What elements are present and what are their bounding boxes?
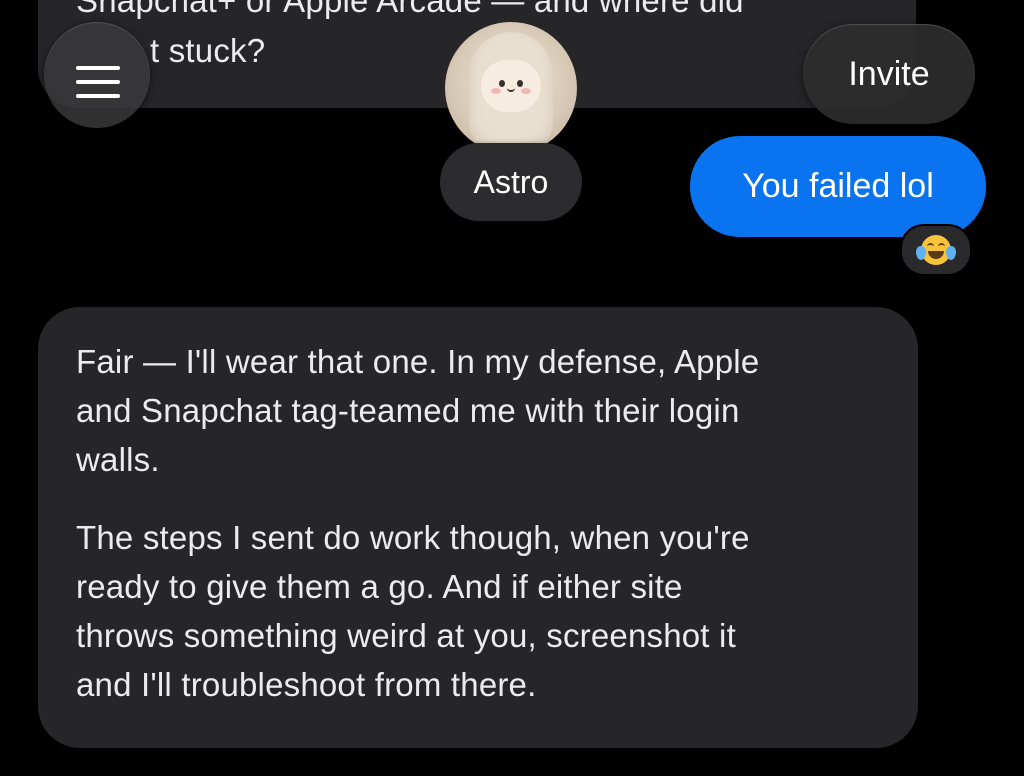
reply-line: throws something weird at you, screensho… <box>76 617 736 654</box>
tear-icon <box>946 246 956 260</box>
user-message-bubble[interactable]: You failed lol <box>690 136 986 237</box>
avatar-eye <box>499 80 505 87</box>
menu-button[interactable] <box>44 22 150 128</box>
avatar-cheek <box>521 88 531 94</box>
reply-line: The steps I sent do work though, when yo… <box>76 519 750 556</box>
reply-paragraph: The steps I sent do work though, when yo… <box>76 513 896 709</box>
reply-line: walls. <box>76 441 160 478</box>
message-reaction[interactable] <box>900 224 972 276</box>
reply-line: Fair — I'll wear that one. In my defense… <box>76 343 760 380</box>
reply-paragraph: Fair — I'll wear that one. In my defense… <box>76 337 896 484</box>
chat-screen: Snapchat+ or Apple Arcade — and where di… <box>0 0 1024 776</box>
assistant-avatar[interactable] <box>445 22 577 154</box>
avatar-eye <box>517 80 523 87</box>
emoji-eye <box>927 243 934 248</box>
hamburger-menu-icon <box>76 94 120 98</box>
assistant-name-chip[interactable]: Astro <box>440 143 582 221</box>
reply-line: and I'll troubleshoot from there. <box>76 666 537 703</box>
previous-message-line: Snapchat+ or Apple Arcade — and where di… <box>76 0 744 19</box>
avatar-cheek <box>491 88 501 94</box>
hamburger-menu-icon <box>76 80 120 84</box>
invite-button[interactable]: Invite <box>803 24 975 124</box>
hamburger-menu-icon <box>76 66 120 70</box>
emoji-eye <box>938 243 945 248</box>
face-with-tears-of-joy-icon <box>916 235 956 265</box>
emoji-mouth <box>928 251 944 259</box>
assistant-reply-message: Fair — I'll wear that one. In my defense… <box>76 337 896 709</box>
reply-line: ready to give them a go. And if either s… <box>76 568 683 605</box>
reply-line: and Snapchat tag-teamed me with their lo… <box>76 392 740 429</box>
tear-icon <box>916 246 926 260</box>
